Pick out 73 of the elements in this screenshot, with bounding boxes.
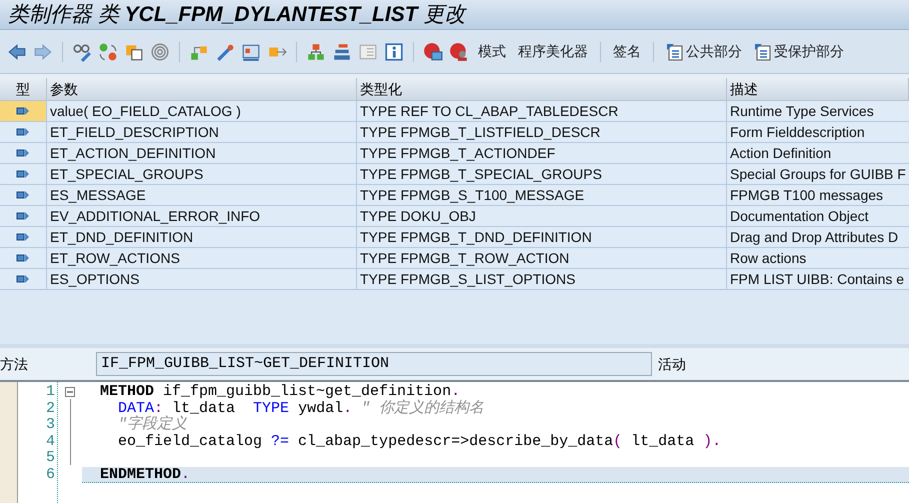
column-header[interactable]: 类型化 [357,78,727,100]
table-cell-text: Form Fielddescription [729,122,866,142]
table-cell: TYPE FPMGB_T_DND_DEFINITION [357,227,727,247]
table-cell-text: FPM LIST UIBB: Contains e [729,270,906,288]
code-line: eo_field_catalog ?= cl_abap_typedescr=>describe_by_data( lt_data ). [117,432,722,450]
table-cell: TYPE FPMGB_T_ROW_ACTION [357,248,727,268]
line-number: 3 [44,417,55,434]
table-cell: ES_MESSAGE [47,185,357,205]
table-cell: EV_ADDITIONAL_ERROR_INFO [47,206,357,226]
info-icon[interactable] [384,42,404,62]
table-cell: value( EO_FIELD_CATALOG ) [47,101,357,121]
table-cell: TYPE REF TO CL_ABAP_TABLEDESCR [357,101,727,121]
table-cell: ET_SPECIAL_GROUPS [47,164,357,184]
table-cell-text: Row actions [729,248,808,268]
line-number: 6 [44,466,55,483]
code-line: "字段定义 [117,416,188,433]
table-cell: ES_OPTIONS [47,269,357,289]
back-icon[interactable] [7,42,27,62]
line-number: 1 [44,384,55,400]
table-cell: TYPE FPMGB_S_LIST_OPTIONS [357,269,727,289]
exporting-parameter-icon [16,253,30,263]
table-cell-text: Action Definition [729,144,832,162]
toolbar-button[interactable]: 模式 [472,41,512,62]
exporting-parameter-icon [16,274,30,284]
line-number: 2 [44,400,55,417]
code-line: ENDMETHOD. [100,466,190,482]
toolbar-button[interactable]: 公共部分 [660,41,748,62]
table-cell-text: Documentation Object [729,206,870,226]
table-cell: ET_ACTION_DEFINITION [47,143,357,163]
table-cell: ET_DND_DEFINITION [47,227,357,247]
stop-monitor-icon[interactable] [423,42,443,62]
line-number: 4 [44,434,55,450]
exporting-parameter-icon [16,190,30,200]
column-header[interactable]: 描述 [727,78,909,100]
table-cell-text: Special Groups for GUIBB F [729,164,907,184]
table-cell: TYPE FPMGB_T_ACTIONDEF [357,143,727,163]
exporting-parameter-icon [16,211,30,221]
toolbar-button[interactable]: 受保护部分 [748,41,850,62]
code-line: DATA: lt_data TYPE ywdal. " 你定义的结构名 [117,400,484,416]
table-cell-text: Drag and Drop Attributes D [729,228,900,247]
status-text: 活动 [658,354,686,374]
exporting-parameter-icon [16,232,30,242]
collapse-icon[interactable] [65,387,75,397]
method-field[interactable]: IF_FPM_GUIBB_LIST~GET_DEFINITION [96,352,652,376]
exporting-parameter-icon [16,169,30,179]
document-icon [666,42,684,60]
glasses-pencil-icon[interactable] [72,42,92,62]
table-cell-text: FPMGB T100 messages [729,186,884,205]
table-cell-text: Runtime Type Services [729,102,875,121]
stack-icon[interactable] [332,42,352,62]
table-cell: TYPE FPMGB_S_T100_MESSAGE [357,185,727,205]
table-cell: ET_ROW_ACTIONS [47,248,357,268]
document-icon [754,42,772,60]
spiral-icon[interactable] [150,42,170,62]
table-cell: TYPE FPMGB_T_SPECIAL_GROUPS [357,164,727,184]
exporting-parameter-icon [16,148,30,158]
line-number: 5 [44,450,55,466]
window-title: 类制作器 类 YCL_FPM_DYLANTEST_LIST 更改 [0,0,909,30]
code-line: METHOD if_fpm_guibb_list~get_definition. [100,383,460,400]
toolbar-button[interactable]: 程序美化器 [512,41,594,62]
table-cell: TYPE FPMGB_T_LISTFIELD_DESCR [357,122,727,142]
circles-icon[interactable] [98,42,118,62]
stop-person-icon[interactable] [449,42,469,62]
method-label: 方法 [0,354,29,374]
column-header[interactable]: 型 [0,78,47,100]
table-cell: TYPE DOKU_OBJ [357,206,727,226]
toolbar-button[interactable]: 签名 [607,41,647,62]
exporting-parameter-icon [16,127,30,137]
type-cell[interactable] [0,101,47,121]
column-header[interactable]: 参数 [47,78,357,100]
exporting-parameter-icon [16,106,30,116]
hierarchy-icon[interactable] [306,42,326,62]
table-cell: ET_FIELD_DESCRIPTION [47,122,357,142]
